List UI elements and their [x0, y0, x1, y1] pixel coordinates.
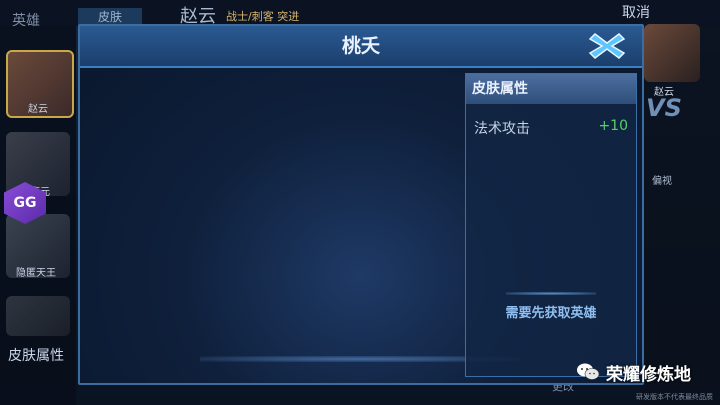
opponent-note: 偏视 — [652, 176, 672, 187]
build-note: 研发版本不代表最终品质 — [636, 393, 713, 401]
close-x-icon — [588, 33, 626, 59]
hero-class: 战士/刺客 突进 — [226, 10, 300, 23]
opponent-card — [644, 24, 700, 82]
wechat-icon — [577, 363, 600, 380]
attr-name: 法术攻击 — [474, 121, 530, 137]
need-hero-notice: 需要先获取英雄 — [505, 306, 597, 321]
attr-panel-header: 皮肤属性 — [466, 74, 636, 104]
hero-card-label: 赵云 — [28, 104, 48, 115]
attr-row: 法术攻击 +10 — [474, 118, 628, 138]
cancel-button[interactable]: 取消 — [622, 2, 650, 22]
skin-attribute-panel: 皮肤属性 法术攻击 +10 需要先获取英雄 — [465, 73, 637, 377]
attr-panel-title: 皮肤属性 — [472, 81, 528, 97]
skin-attr-tab[interactable]: 皮肤属性 — [8, 345, 64, 365]
attr-value: +10 — [598, 118, 628, 134]
close-button[interactable] — [580, 26, 642, 66]
attr-divider — [506, 292, 596, 295]
vs-label: VS — [646, 94, 682, 122]
watermark-text: 荣耀修炼地 — [606, 365, 691, 385]
hero-card-label: 隐匿天王 — [16, 268, 56, 279]
opponent-panel — [640, 26, 720, 405]
hero-card-4[interactable] — [6, 296, 70, 336]
modal-title: 桃夭 — [341, 35, 380, 57]
